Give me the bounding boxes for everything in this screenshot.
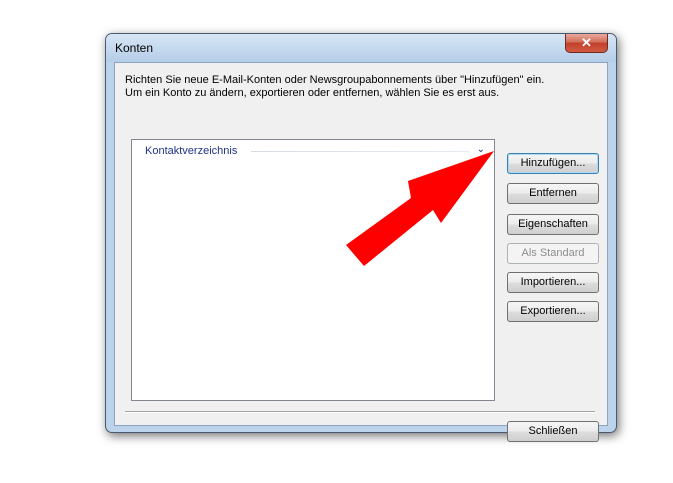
export-button[interactable]: Exportieren... bbox=[507, 301, 599, 322]
dialog-body: Richten Sie neue E-Mail-Konten oder News… bbox=[114, 62, 608, 442]
accounts-list[interactable]: Kontaktverzeichnis ⌄ bbox=[131, 139, 495, 401]
set-default-button[interactable]: Als Standard bbox=[507, 243, 599, 264]
accounts-dialog: Konten ✕ Richten Sie neue E-Mail-Konten … bbox=[105, 33, 617, 442]
dialog-title: Konten bbox=[115, 41, 154, 55]
close-button[interactable]: Schließen bbox=[507, 421, 599, 442]
close-icon[interactable]: ✕ bbox=[565, 34, 608, 53]
group-label: Kontaktverzeichnis bbox=[145, 145, 238, 157]
chevron-down-icon[interactable]: ⌄ bbox=[477, 144, 485, 155]
group-header-contacts[interactable]: Kontaktverzeichnis ⌄ bbox=[135, 143, 491, 159]
add-button[interactable]: Hinzufügen... bbox=[507, 153, 599, 174]
instructions-text: Richten Sie neue E-Mail-Konten oder News… bbox=[125, 74, 544, 100]
instructions-line-2: Um ein Konto zu ändern, exportieren oder… bbox=[125, 87, 500, 99]
group-divider bbox=[251, 151, 469, 152]
remove-button[interactable]: Entfernen bbox=[507, 183, 599, 204]
properties-button[interactable]: Eigenschaften bbox=[507, 214, 599, 235]
instructions-line-1: Richten Sie neue E-Mail-Konten oder News… bbox=[125, 74, 545, 86]
title-bar[interactable]: Konten ✕ bbox=[106, 34, 616, 62]
import-button[interactable]: Importieren... bbox=[507, 272, 599, 293]
separator bbox=[125, 411, 595, 413]
